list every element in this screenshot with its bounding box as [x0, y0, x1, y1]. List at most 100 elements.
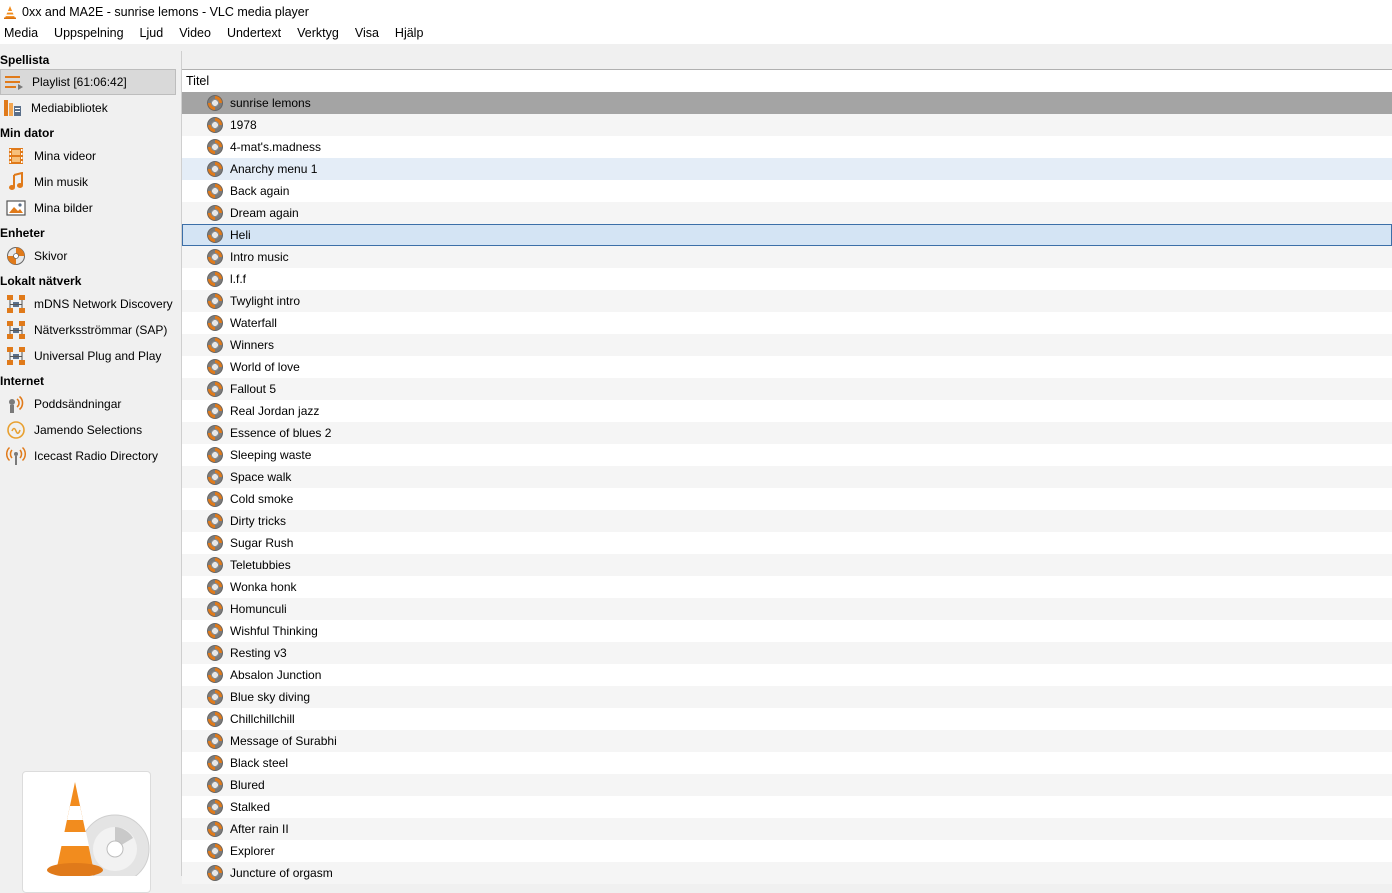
playlist-row[interactable]: Chillchillchill: [182, 708, 1392, 730]
audio-disc-icon: [207, 161, 223, 177]
playlist-row[interactable]: Dream again: [182, 202, 1392, 224]
playlist-row[interactable]: Wishful Thinking: [182, 620, 1392, 642]
playlist-row-title: Essence of blues 2: [230, 426, 332, 440]
playlist-row-title: 4-mat's.madness: [230, 140, 321, 154]
film-icon: [6, 146, 26, 166]
menu-uppspelning[interactable]: Uppspelning: [46, 23, 132, 44]
picture-icon: [6, 198, 26, 218]
playlist-row-title: After rain II: [230, 822, 289, 836]
playlist-row[interactable]: Waterfall: [182, 312, 1392, 334]
playlist-row[interactable]: Wonka honk: [182, 576, 1392, 598]
playlist-row[interactable]: Blured: [182, 774, 1392, 796]
audio-disc-icon: [207, 535, 223, 551]
sidebar-item-upnp[interactable]: Universal Plug and Play: [0, 343, 176, 369]
playlist-row[interactable]: Winners: [182, 334, 1392, 356]
playlist-row-title: Explorer: [230, 844, 275, 858]
playlist-row-title: Waterfall: [230, 316, 277, 330]
menu-visa[interactable]: Visa: [347, 23, 387, 44]
menu-ljud[interactable]: Ljud: [132, 23, 172, 44]
playlist-row[interactable]: Sleeping waste: [182, 444, 1392, 466]
playlist-row[interactable]: Real Jordan jazz: [182, 400, 1392, 422]
audio-disc-icon: [207, 755, 223, 771]
playlist-row-title: Real Jordan jazz: [230, 404, 320, 418]
menu-video[interactable]: Video: [171, 23, 219, 44]
playlist-row-title: Sleeping waste: [230, 448, 312, 462]
sidebar-item-mina-bilder[interactable]: Mina bilder: [0, 195, 176, 221]
sidebar-item-jamendo[interactable]: Jamendo Selections: [0, 417, 176, 443]
playlist-row-title: Message of Surabhi: [230, 734, 337, 748]
playlist-row[interactable]: After rain II: [182, 818, 1392, 840]
playlist-row[interactable]: Juncture of orgasm: [182, 862, 1392, 884]
playlist-row[interactable]: Dirty tricks: [182, 510, 1392, 532]
playlist-row[interactable]: Absalon Junction: [182, 664, 1392, 686]
playlist-row-title: Teletubbies: [230, 558, 291, 572]
playlist-row-title: World of love: [230, 360, 300, 374]
playlist-row[interactable]: Cold smoke: [182, 488, 1392, 510]
playlist-row[interactable]: Black steel: [182, 752, 1392, 774]
playlist-row-title: Back again: [230, 184, 290, 198]
playlist-row[interactable]: Message of Surabhi: [182, 730, 1392, 752]
playlist-row[interactable]: Resting v3: [182, 642, 1392, 664]
menu-undertext[interactable]: Undertext: [219, 23, 289, 44]
menu-gap: [0, 44, 1392, 51]
playlist-row[interactable]: Back again: [182, 180, 1392, 202]
sidebar-item-min-musik[interactable]: Min musik: [0, 169, 176, 195]
radio-antenna-icon: [5, 446, 27, 466]
playlist-row[interactable]: Heli: [182, 224, 1392, 246]
sidebar-item-playlist[interactable]: Playlist [61:06:42]: [0, 69, 176, 95]
sidebar-header-spellista: Spellista: [0, 53, 50, 67]
sidebar-item-mdns[interactable]: mDNS Network Discovery: [0, 291, 176, 317]
playlist-row-title: Homunculi: [230, 602, 287, 616]
playlist-row-title: Sugar Rush: [230, 536, 294, 550]
playlist-row[interactable]: Sugar Rush: [182, 532, 1392, 554]
network-icon: [6, 346, 26, 366]
playlist-row-title: Anarchy menu 1: [230, 162, 318, 176]
playlist-row[interactable]: World of love: [182, 356, 1392, 378]
playlist-row[interactable]: 4-mat's.madness: [182, 136, 1392, 158]
column-header-titel[interactable]: Titel: [182, 70, 1392, 92]
audio-disc-icon: [207, 315, 223, 331]
playlist-view: Titel sunrise lemons 1978 4-mat's.madness A…: [182, 69, 1392, 884]
playlist-row[interactable]: 1978: [182, 114, 1392, 136]
sidebar-item-mina-videor[interactable]: Mina videor: [0, 143, 176, 169]
menu-hjalp[interactable]: Hjälp: [387, 23, 432, 44]
audio-disc-icon: [207, 821, 223, 837]
playlist-row[interactable]: Fallout 5: [182, 378, 1392, 400]
playlist-row-title: Black steel: [230, 756, 289, 770]
audio-disc-icon: [207, 711, 223, 727]
playlist-row[interactable]: sunrise lemons: [182, 92, 1392, 114]
playlist-row-title: Dream again: [230, 206, 299, 220]
menu-media[interactable]: Media: [0, 23, 46, 44]
playlist-row[interactable]: Intro music: [182, 246, 1392, 268]
sidebar-item-label: Min musik: [34, 175, 89, 189]
sidebar-item-label: Jamendo Selections: [34, 423, 143, 437]
playlist-row[interactable]: Anarchy menu 1: [182, 158, 1392, 180]
playlist-row-title: Resting v3: [230, 646, 287, 660]
playlist-row-title: l.f.f: [230, 272, 247, 286]
playlist-rows: sunrise lemons 1978 4-mat's.madness Anarchy…: [182, 92, 1392, 884]
playlist-row[interactable]: Essence of blues 2: [182, 422, 1392, 444]
playlist-row-title: Stalked: [230, 800, 271, 814]
playlist-row[interactable]: Teletubbies: [182, 554, 1392, 576]
sidebar-item-skivor[interactable]: Skivor: [0, 243, 176, 269]
playlist-row[interactable]: l.f.f: [182, 268, 1392, 290]
window-title: 0xx and MA2E - sunrise lemons - VLC medi…: [22, 4, 309, 19]
audio-disc-icon: [207, 469, 223, 485]
playlist-row-title: Twylight intro: [230, 294, 301, 308]
playlist-row[interactable]: Blue sky diving: [182, 686, 1392, 708]
sidebar-item-icecast[interactable]: Icecast Radio Directory: [0, 443, 176, 469]
sidebar-item-label: Poddsändningar: [34, 397, 122, 411]
album-art: [22, 771, 151, 893]
playlist-row[interactable]: Space walk: [182, 466, 1392, 488]
playlist-row[interactable]: Homunculi: [182, 598, 1392, 620]
playlist-row[interactable]: Explorer: [182, 840, 1392, 862]
playlist-row-title: sunrise lemons: [230, 96, 311, 110]
menu-verktyg[interactable]: Verktyg: [289, 23, 347, 44]
sidebar-item-sap[interactable]: Nätverksströmmar (SAP): [0, 317, 176, 343]
playlist-row[interactable]: Stalked: [182, 796, 1392, 818]
sidebar-item-mediabibliotek[interactable]: Mediabibliotek: [0, 95, 176, 121]
audio-disc-icon: [207, 513, 223, 529]
audio-disc-icon: [207, 139, 223, 155]
sidebar-item-poddsandningar[interactable]: Poddsändningar: [0, 391, 176, 417]
playlist-row[interactable]: Twylight intro: [182, 290, 1392, 312]
